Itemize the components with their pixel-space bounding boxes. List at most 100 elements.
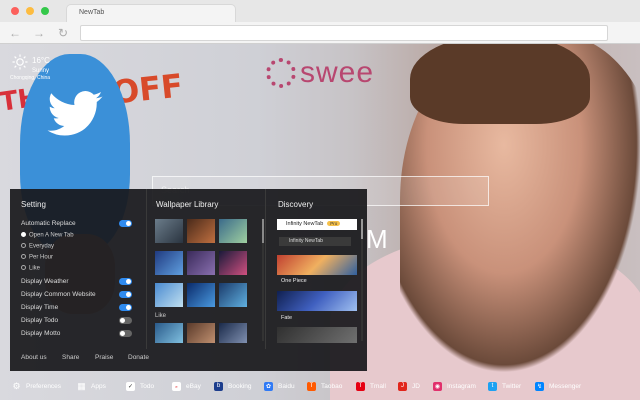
baidu-icon: ✿ xyxy=(264,381,273,391)
radio-label: Per Hour xyxy=(29,254,54,261)
dock-label: Taobao xyxy=(321,382,343,390)
instagram-icon: ◉ xyxy=(433,381,442,391)
minimize-window-button[interactable] xyxy=(26,7,34,15)
forward-arrow-icon[interactable]: → xyxy=(32,26,46,40)
dock-label: Messenger xyxy=(549,382,582,390)
discovery-card-one-piece[interactable] xyxy=(277,255,357,275)
wallpaper-thumb[interactable] xyxy=(155,283,183,307)
jd-icon: J xyxy=(398,381,407,391)
radio-everyday[interactable]: Everyday xyxy=(21,243,54,250)
wallpaper-thumb[interactable] xyxy=(155,219,183,243)
dock-instagram[interactable]: ◉ Instagram xyxy=(433,380,476,392)
messenger-icon: ↯ xyxy=(535,381,544,391)
radio-open-new-tab[interactable]: Open A New Tab xyxy=(21,232,74,239)
dock-apps[interactable]: ▦ Apps xyxy=(77,380,106,392)
twitter-icon: t xyxy=(488,381,497,391)
discovery-scrollbar-thumb[interactable] xyxy=(361,219,363,239)
discovery-sub-item[interactable]: Infinity NewTab xyxy=(279,237,351,246)
wallpaper-thumb[interactable] xyxy=(187,251,215,275)
display-common-website-label: Display Common Website xyxy=(21,291,96,298)
brand-letter: M xyxy=(366,224,388,254)
reload-icon[interactable]: ↻ xyxy=(56,26,70,40)
dock-label: JD xyxy=(412,382,420,390)
wallpaper-thumb[interactable] xyxy=(219,251,247,275)
wallpaper-thumb[interactable] xyxy=(155,251,183,275)
praise-link[interactable]: Praise xyxy=(95,354,113,361)
display-common-website-toggle[interactable] xyxy=(119,291,132,298)
donate-link[interactable]: Donate xyxy=(128,354,149,361)
radio-label: Everyday xyxy=(29,243,55,250)
discovery-card-fate[interactable] xyxy=(277,291,357,311)
check-icon: ✓ xyxy=(126,381,135,391)
liked-wallpaper-thumb[interactable] xyxy=(219,323,247,343)
panel-footer: About us Share Praise Donate xyxy=(10,351,367,371)
discovery-item-label: Fate xyxy=(281,315,293,321)
like-section-label: Like xyxy=(155,313,167,319)
taobao-icon: T xyxy=(307,381,316,391)
tmall-icon: T xyxy=(356,381,365,391)
gear-icon: ⚙ xyxy=(12,380,21,391)
radio-per-hour[interactable]: Per Hour xyxy=(21,254,53,261)
dock-label: eBay xyxy=(186,382,201,390)
browser-toolbar: ← → ↻ xyxy=(0,22,640,44)
display-motto-toggle[interactable] xyxy=(119,330,132,337)
auto-replace-toggle[interactable] xyxy=(119,220,132,227)
liked-wallpaper-thumb[interactable] xyxy=(187,323,215,343)
setting-column: Setting Automatic Replace Open A New Tab… xyxy=(10,189,145,349)
dock-ebay[interactable]: e eBay xyxy=(172,380,201,392)
display-motto-label: Display Motto xyxy=(21,330,61,337)
radio-like[interactable]: Like xyxy=(21,265,40,272)
dock-twitter[interactable]: t Twitter xyxy=(488,380,521,392)
dock-baidu[interactable]: ✿ Baidu xyxy=(264,380,295,392)
dock-jd[interactable]: J JD xyxy=(398,380,420,392)
dock-label: Preferences xyxy=(26,382,62,390)
booking-icon: b xyxy=(214,381,223,391)
discovery-title: Discovery xyxy=(278,200,314,209)
wallpaper-brand-text: swee xyxy=(300,56,375,89)
twitter-bird-icon xyxy=(47,91,103,136)
dock-booking[interactable]: b Booking xyxy=(214,380,252,392)
dock-messenger[interactable]: ↯ Messenger xyxy=(535,380,581,392)
radio-empty-icon xyxy=(21,265,26,270)
display-todo-label: Display Todo xyxy=(21,317,59,324)
discovery-sub-item-label: Infinity NewTab xyxy=(289,238,323,244)
bottom-dock: ⚙ Preferences ▦ Apps ✓ Todo e eBay b Booking … xyxy=(0,374,640,400)
liked-wallpaper-thumb[interactable] xyxy=(155,323,183,343)
weather-condition: Sunny xyxy=(32,68,50,74)
discovery-top-item[interactable]: Infinity NewTab Pro xyxy=(277,219,357,230)
close-window-button[interactable] xyxy=(11,7,19,15)
grid-icon: ▦ xyxy=(77,380,86,391)
address-bar[interactable] xyxy=(80,25,608,41)
dock-todo[interactable]: ✓ Todo xyxy=(126,380,154,392)
pro-badge: Pro xyxy=(327,221,341,226)
dock-label: Instagram xyxy=(447,382,476,390)
wallpaper-thumb[interactable] xyxy=(219,219,247,243)
discovery-column: Discovery Infinity NewTab Pro Infinity Ne… xyxy=(267,189,367,349)
dock-label: Tmall xyxy=(370,382,386,390)
weather-temperature: 16°C xyxy=(32,56,50,65)
auto-replace-label: Automatic Replace xyxy=(21,220,76,227)
display-weather-toggle[interactable] xyxy=(119,278,132,285)
wallpaper-thumb[interactable] xyxy=(187,219,215,243)
dock-label: Todo xyxy=(140,382,155,390)
discovery-item-label: One Piece xyxy=(281,278,307,284)
display-todo-toggle[interactable] xyxy=(119,317,132,324)
dock-preferences[interactable]: ⚙ Preferences xyxy=(12,380,61,392)
browser-tab[interactable]: NewTab xyxy=(66,4,236,22)
dock-taobao[interactable]: T Taobao xyxy=(307,380,342,392)
browser-titlebar: NewTab xyxy=(0,0,640,22)
dock-label: Twitter xyxy=(502,382,522,390)
dock-tmall[interactable]: T Tmall xyxy=(356,380,386,392)
tab-title: NewTab xyxy=(79,9,105,16)
back-arrow-icon[interactable]: ← xyxy=(8,26,22,40)
share-link[interactable]: Share xyxy=(62,354,79,361)
about-us-link[interactable]: About us xyxy=(21,354,47,361)
radio-selected-icon xyxy=(21,232,26,237)
wallpaper-thumb[interactable] xyxy=(187,283,215,307)
discovery-card[interactable] xyxy=(277,327,357,343)
wallpaper-scrollbar-thumb[interactable] xyxy=(262,219,264,243)
display-time-toggle[interactable] xyxy=(119,304,132,311)
maximize-window-button[interactable] xyxy=(41,7,49,15)
wallpaper-thumb[interactable] xyxy=(219,283,247,307)
discovery-top-item-label: Infinity NewTab xyxy=(286,221,324,227)
